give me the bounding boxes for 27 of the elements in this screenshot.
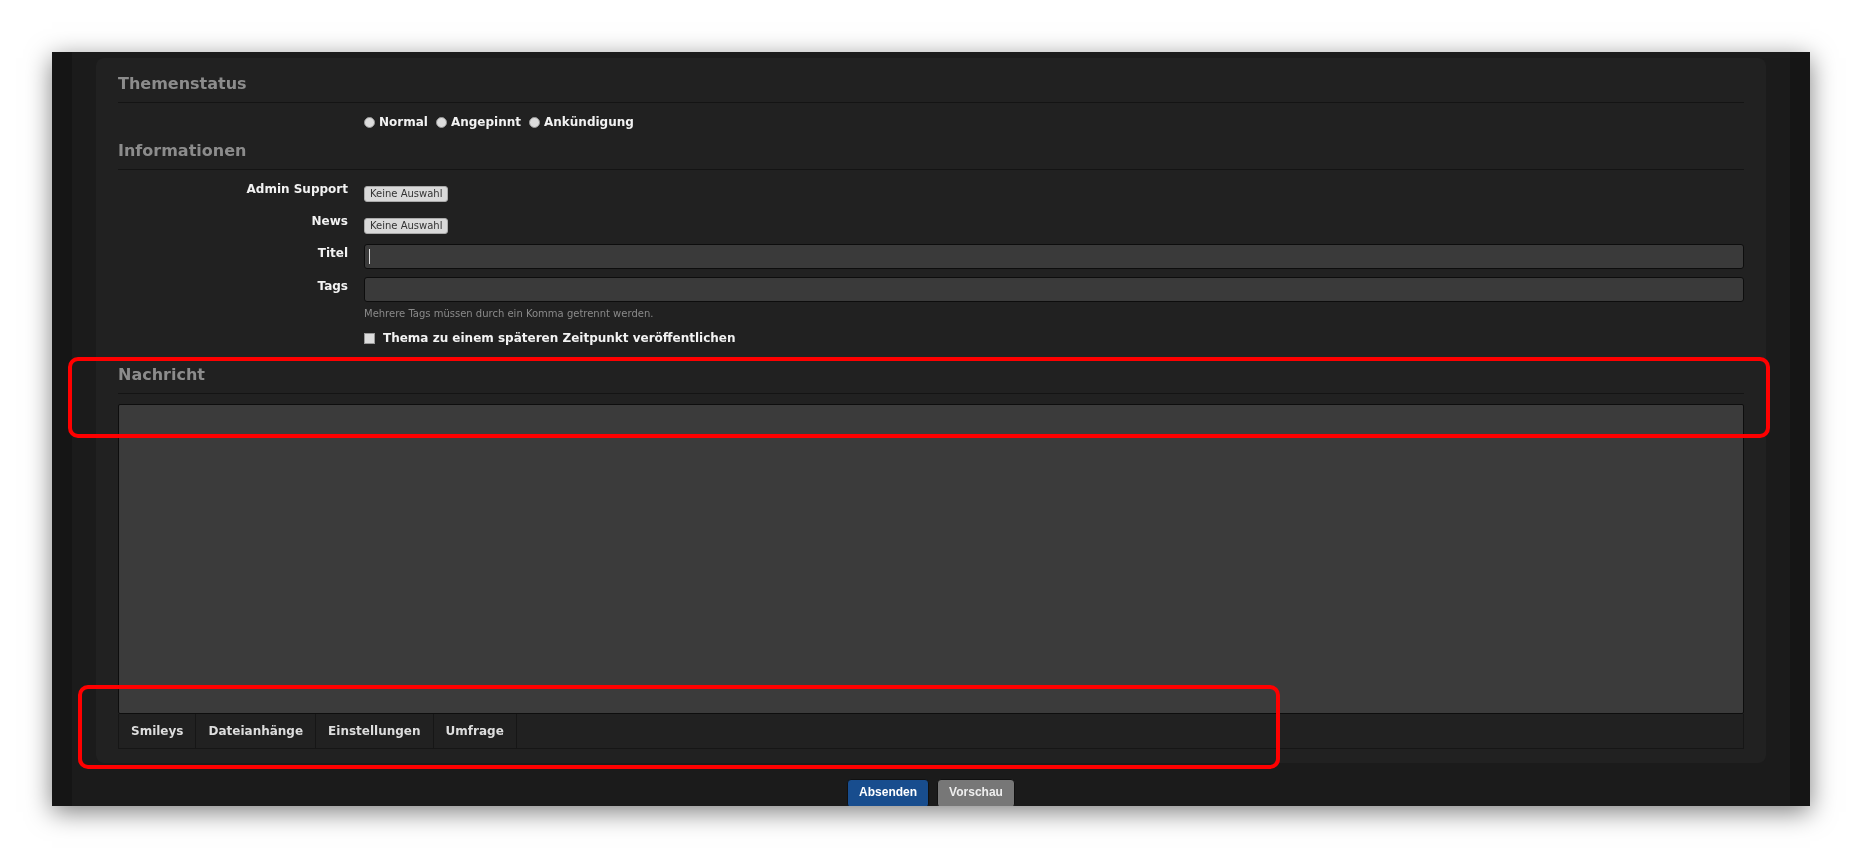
radio-label: Normal: [379, 114, 428, 131]
editor-tab[interactable]: Umfrage: [433, 714, 517, 748]
editor-tab[interactable]: Smileys: [119, 714, 197, 748]
hint-text: Mehrere Tags müssen durch ein Komma getrennt werden.: [364, 307, 655, 321]
editor-tab[interactable]: Einstellungen: [316, 714, 434, 748]
field-label: Titel: [316, 245, 348, 262]
dropdown-button[interactable]: Keine Auswahl: [364, 218, 449, 234]
section-heading: Informationen: [118, 139, 1744, 170]
preview-button[interactable]: Vorschau: [937, 779, 1015, 806]
radio-label: Ankündigung: [544, 114, 634, 131]
submit-button[interactable]: Absenden: [847, 779, 930, 806]
message-textarea[interactable]: [118, 404, 1744, 714]
checkbox-label: Thema zu einem späteren Zeitpunkt veröffentlichen: [383, 330, 736, 347]
radio-button[interactable]: [435, 116, 447, 128]
radio-button[interactable]: [529, 116, 540, 128]
field-label: News: [310, 213, 348, 230]
radio-button[interactable]: [364, 116, 375, 128]
field-label: Admin Support: [245, 181, 348, 198]
checkbox[interactable]: [364, 332, 375, 344]
text-field[interactable]: [364, 244, 1744, 269]
section-heading: Themenstatus: [118, 72, 1744, 103]
editor-tab[interactable]: Dateianhänge: [196, 714, 317, 748]
radio-label: Angepinnt: [450, 114, 521, 131]
field-label: Tags: [316, 278, 348, 295]
dropdown-button[interactable]: Keine Auswahl: [364, 186, 449, 202]
section-heading: Nachricht: [118, 363, 1744, 394]
text-field[interactable]: [364, 277, 1744, 302]
